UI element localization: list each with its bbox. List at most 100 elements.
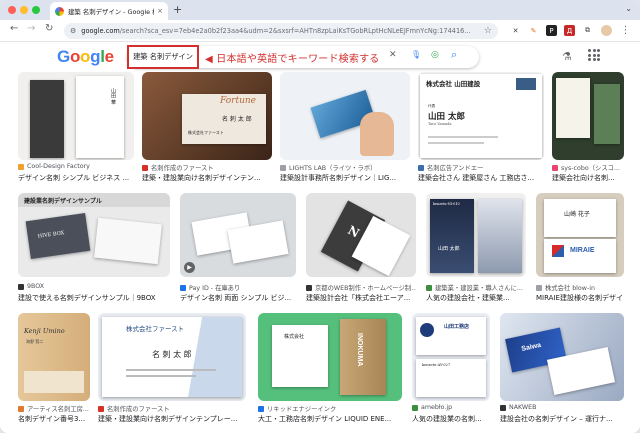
result-title[interactable]: MIRAIE建設様の名刺デザイン	[536, 293, 624, 303]
result-source[interactable]: amebło.jp	[412, 404, 490, 411]
extensions-puzzle-icon[interactable]: ⧉	[582, 25, 593, 36]
result-thumbnail[interactable]: ▶	[180, 193, 296, 277]
card-brand: Saiwa	[520, 341, 542, 353]
search-query-highlight[interactable]: 建築 名刺デザイン	[127, 45, 199, 69]
result-thumbnail[interactable]: 株式会社 INOKUMA	[258, 313, 402, 401]
labs-flask-icon[interactable]: ⚗	[562, 50, 572, 63]
back-button[interactable]: ←	[10, 23, 18, 34]
image-result[interactable]: N 京都のWEB制作・ホームページ制... 建築設計会社「株式会社エーア...	[306, 193, 416, 305]
result-title[interactable]: 人気の建設会社・建築業...	[426, 293, 526, 303]
browser-menu-icon[interactable]: ⋮	[620, 25, 631, 36]
result-title[interactable]: デザイン名刺 両面 シンプル ビジ...	[180, 293, 296, 303]
search-icon[interactable]: ⌕	[451, 48, 457, 62]
result-source[interactable]: リキッドエナジーインク	[258, 404, 402, 413]
image-result[interactable]: kenzetu-NI-010 山田 太郎 建築業・建設業・職人さんに... 人気…	[426, 193, 526, 305]
lens-icon[interactable]: ◎	[431, 50, 439, 60]
result-source[interactable]: 9BOX	[18, 283, 170, 290]
result-source[interactable]: 名刺作成のファースト	[98, 404, 246, 413]
result-thumbnail[interactable]: 山崎 花子 MIRAIE	[536, 193, 624, 277]
result-title[interactable]: 大工・工務店名刺デザイン LIQUID ENE...	[258, 414, 402, 424]
google-apps-icon[interactable]	[588, 49, 600, 61]
google-header: Google 建築 名刺デザイン ◀ 日本語や英語でキーワード検索する ✕ 🎙 …	[0, 42, 640, 72]
forward-button[interactable]: →	[27, 23, 35, 34]
result-thumbnail[interactable]: Fortune 名 刺 太 郎 株式会社ファースト	[142, 72, 272, 160]
url-text[interactable]: google.com/search?sca_esv=7eb4e2a0b2f23a…	[81, 27, 480, 35]
result-source[interactable]: アーティス名刺工房...	[18, 404, 90, 413]
reload-button[interactable]: ↻	[45, 23, 53, 34]
result-source[interactable]: Pay ID - 在庫あり	[180, 283, 296, 292]
result-title[interactable]: 建設で使える名刺デザインサンプル｜9BOX	[18, 293, 170, 303]
extension-p-icon[interactable]: P	[546, 25, 557, 36]
result-title[interactable]: 建築会社さん 建築屋さん 工務店さ...	[418, 173, 544, 183]
address-bar[interactable]: ⚙ google.com/search?sca_esv=7eb4e2a0b2f2…	[64, 23, 498, 39]
result-thumbnail[interactable]: Saiwa	[500, 313, 624, 401]
image-result[interactable]: sys-cobo（シスコ... 建築会社向け名刺...	[552, 72, 624, 187]
result-source[interactable]: NAKWEB	[500, 404, 624, 411]
result-thumbnail[interactable]: 株式会社ファースト 名 刺 太 郎	[98, 313, 246, 401]
result-source[interactable]: 建築業・建設業・職人さんに...	[426, 283, 526, 292]
search-input[interactable]: 建築 名刺デザイン	[133, 52, 193, 62]
result-title[interactable]: 名刺デザイン番号3...	[18, 414, 90, 424]
result-thumbnail[interactable]	[552, 72, 624, 160]
result-title[interactable]: 建築・建設業向け名刺デザインテンプレー...	[98, 414, 246, 424]
new-tab-button[interactable]: +	[173, 3, 182, 16]
result-source[interactable]: sys-cobo（シスコ...	[552, 163, 624, 172]
extension-x-icon[interactable]: ✕	[510, 25, 521, 36]
result-source[interactable]: 京都のWEB制作・ホームページ制...	[306, 283, 416, 292]
image-result[interactable]: Saiwa NAKWEB 建設会社の名刺デザイン – 運行ナ...	[500, 313, 624, 428]
image-result[interactable]: 株式会社ファースト 名 刺 太 郎 名刺作成のファースト 建築・建設業向け名刺デ…	[98, 313, 246, 428]
image-result[interactable]: 建設業名刺デザインサンプル HIVE BOX 9BOX 建設で使える名刺デザイン…	[18, 193, 170, 305]
result-thumbnail[interactable]: N	[306, 193, 416, 277]
result-thumbnail[interactable]: 山田工務店 kenzetu-AY-027	[412, 313, 490, 401]
video-play-icon[interactable]: ▶	[184, 262, 195, 273]
bookmark-star-icon[interactable]: ☆	[484, 26, 492, 36]
extension-pen-icon[interactable]: ✎	[528, 25, 539, 36]
image-result[interactable]: ▶ Pay ID - 在庫あり デザイン名刺 両面 シンプル ビジ...	[180, 193, 296, 305]
close-window-button[interactable]	[8, 6, 16, 14]
card-back	[594, 84, 620, 144]
result-thumbnail[interactable]: 株式会社 山田建設 代表 山田 太郎 Taro Yamada	[418, 72, 544, 160]
image-result[interactable]: 山田工務店 kenzetu-AY-027 amebło.jp 人気の建設業の名刺…	[412, 313, 490, 428]
search-box[interactable]: 建築 名刺デザイン ◀ 日本語や英語でキーワード検索する ✕ 🎙 ◎ ⌕	[127, 45, 479, 69]
zoom-window-button[interactable]	[32, 6, 40, 14]
tab-close-icon[interactable]: ×	[157, 7, 163, 15]
card-code: kenzetu-AY-027	[422, 363, 451, 367]
result-thumbnail[interactable]: 建設業名刺デザインサンプル HIVE BOX	[18, 193, 170, 277]
mic-icon[interactable]: 🎙	[411, 50, 421, 59]
google-logo[interactable]: Google	[57, 47, 114, 67]
result-title[interactable]: 建設会社の名刺デザイン – 運行ナ...	[500, 414, 624, 424]
result-thumbnail[interactable]	[280, 72, 410, 160]
tab-menu-icon[interactable]: ⌄	[625, 4, 632, 13]
card-back: MIRAIE	[544, 239, 616, 273]
image-result[interactable]: 山田 華 Cool-Design Factory デザイン名刺 シンプル ビジネ…	[18, 72, 134, 187]
extension-red-icon[interactable]: Д	[564, 25, 575, 36]
result-source[interactable]: Cool-Design Factory	[18, 163, 134, 170]
result-thumbnail[interactable]: Kenji Umino 海野 賢二	[18, 313, 90, 401]
result-title[interactable]: 建築・建設業向け名刺デザインテン...	[142, 173, 272, 183]
result-title[interactable]: 建築設計事務所名刺デザイン｜LIG...	[280, 173, 410, 183]
card-back	[30, 80, 64, 158]
result-thumbnail[interactable]: kenzetu-NI-010 山田 太郎	[426, 193, 526, 277]
image-result[interactable]: Kenji Umino 海野 賢二 アーティス名刺工房... 名刺デザイン番号3…	[18, 313, 90, 428]
image-result[interactable]: 株式会社 山田建設 代表 山田 太郎 Taro Yamada 名刺広告アンドエー…	[418, 72, 544, 187]
result-source[interactable]: 株式会社 blow-in	[536, 283, 624, 292]
tab-google-search[interactable]: 建築 名刺デザイン - Google 検索 ×	[50, 2, 168, 20]
site-info-icon[interactable]: ⚙	[70, 27, 76, 35]
image-result[interactable]: Fortune 名 刺 太 郎 株式会社ファースト 名刺作成のファースト 建築・…	[142, 72, 272, 187]
clear-search-icon[interactable]: ✕	[389, 50, 397, 60]
result-source[interactable]: LIGHTS LAB（ライツ・ラボ）	[280, 163, 410, 172]
source-label: Cool-Design Factory	[27, 163, 90, 170]
image-result[interactable]: LIGHTS LAB（ライツ・ラボ） 建築設計事務所名刺デザイン｜LIG...	[280, 72, 410, 187]
minimize-window-button[interactable]	[20, 6, 28, 14]
result-title[interactable]: 人気の建設業の名刺...	[412, 414, 490, 424]
result-source[interactable]: 名刺作成のファースト	[142, 163, 272, 172]
result-title[interactable]: 建築会社向け名刺...	[552, 173, 624, 183]
result-title[interactable]: 建築設計会社「株式会社エーア...	[306, 293, 416, 303]
result-source[interactable]: 名刺広告アンドエー	[418, 163, 544, 172]
image-result[interactable]: 株式会社 INOKUMA リキッドエナジーインク 大工・工務店名刺デザイン LI…	[258, 313, 402, 428]
image-result[interactable]: 山崎 花子 MIRAIE 株式会社 blow-in MIRAIE建設様の名刺デザ…	[536, 193, 624, 305]
card-front: 山田工務店	[416, 317, 486, 355]
result-thumbnail[interactable]: 山田 華	[18, 72, 134, 160]
profile-avatar[interactable]	[601, 25, 612, 36]
result-title[interactable]: デザイン名刺 シンプル ビジネス ...	[18, 173, 134, 183]
